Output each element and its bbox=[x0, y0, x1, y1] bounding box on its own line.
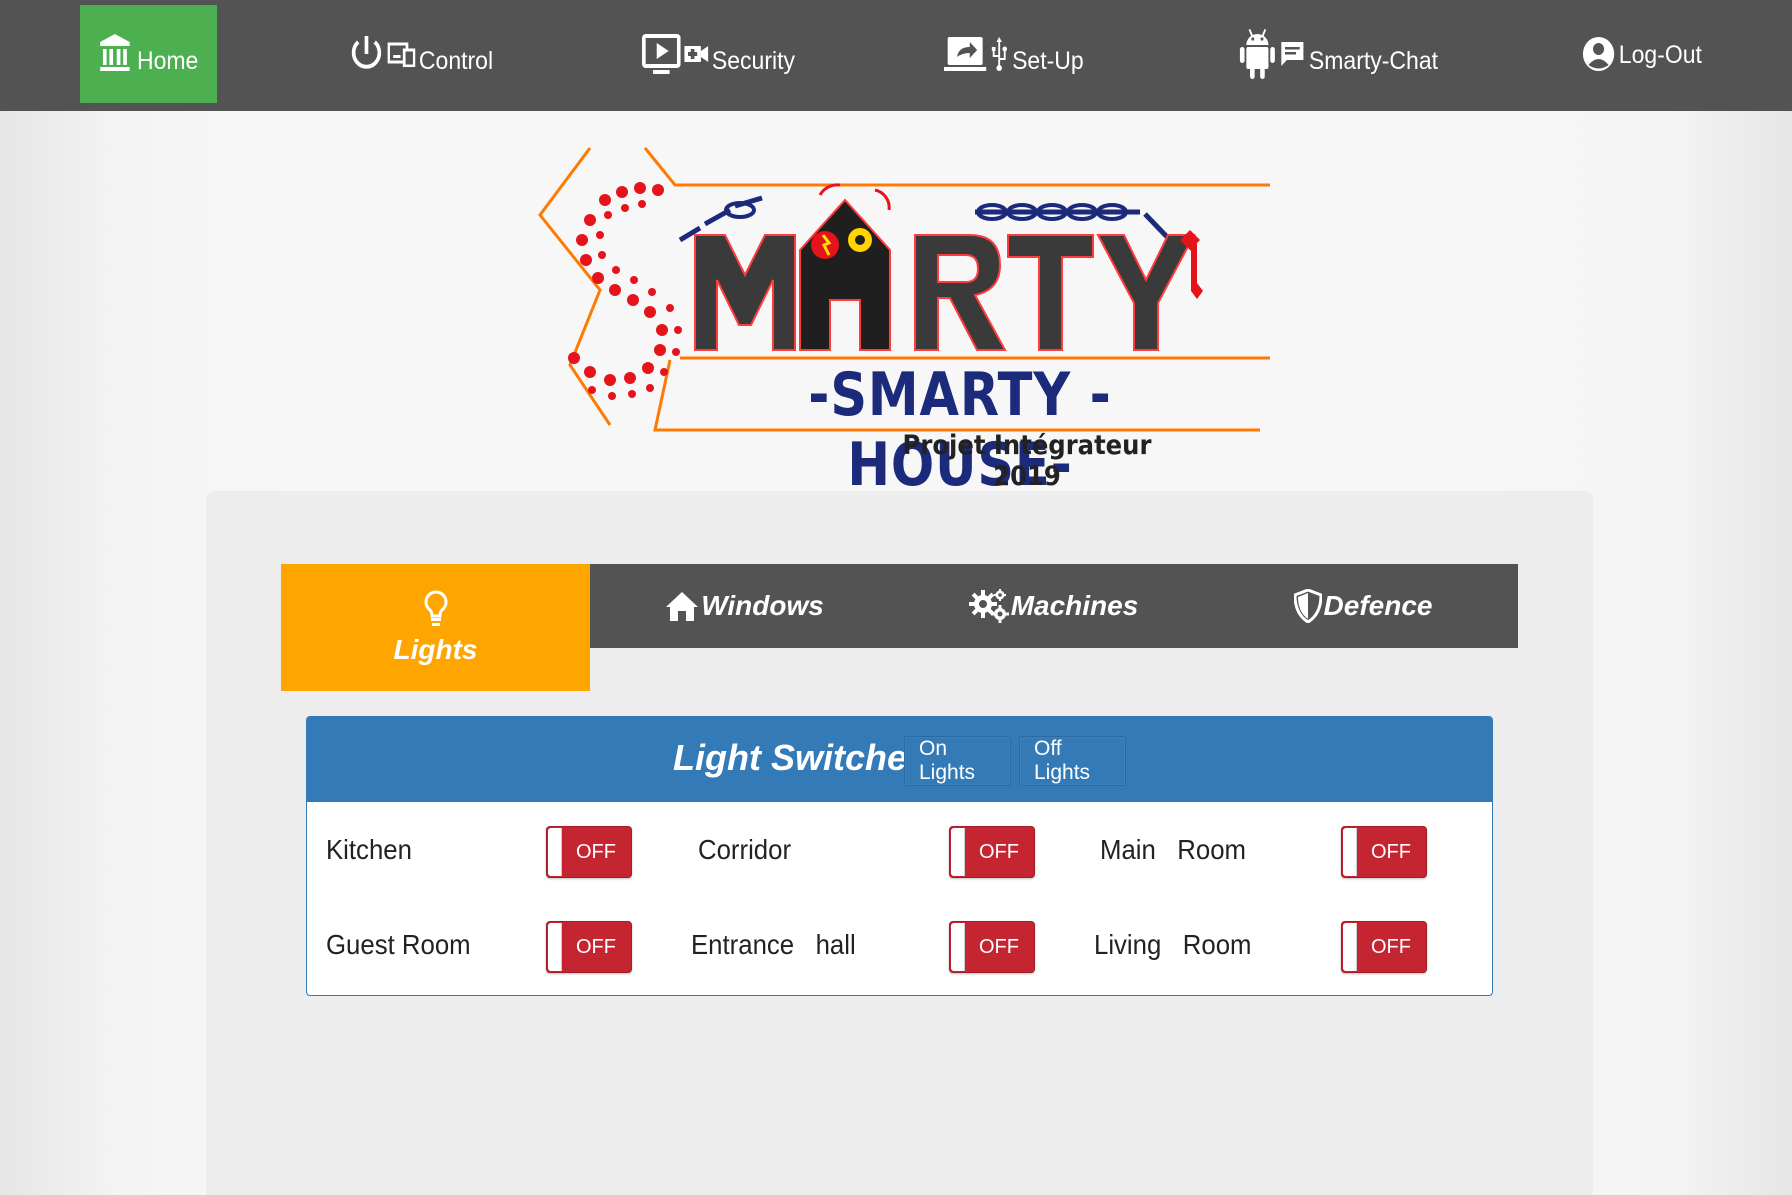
switch-label-guest-room: Guest Room bbox=[326, 929, 471, 960]
tab-defence-label: Defence bbox=[1323, 590, 1433, 621]
toggle-knob bbox=[548, 828, 562, 876]
toggle-knob bbox=[951, 923, 965, 971]
toggle-knob bbox=[548, 923, 562, 971]
lightbulb-icon bbox=[424, 589, 447, 626]
toggle-entrance-hall[interactable]: OFF bbox=[949, 921, 1035, 973]
switch-label-kitchen: Kitchen bbox=[326, 834, 412, 865]
camera-add-icon bbox=[684, 46, 709, 62]
nav-logout[interactable]: Log-Out bbox=[1582, 5, 1702, 103]
bank-icon bbox=[100, 34, 130, 71]
android-icon bbox=[1239, 28, 1275, 79]
panel-header: Light Switches On Lights Off Lights bbox=[307, 717, 1492, 802]
off-lights-button[interactable]: Off Lights bbox=[1019, 736, 1126, 786]
tab-windows[interactable]: Windows bbox=[590, 564, 899, 648]
nav-smarty-chat[interactable]: Smarty-Chat bbox=[1239, 5, 1438, 103]
switch-label-corridor: Corridor bbox=[698, 834, 792, 865]
nav-setup[interactable]: Set-Up bbox=[944, 5, 1084, 103]
toggle-state: OFF bbox=[1371, 935, 1411, 958]
chat-bubble-icon bbox=[1281, 42, 1304, 66]
nav-setup-label: Set-Up bbox=[1012, 46, 1084, 75]
toggle-corridor[interactable]: OFF bbox=[949, 826, 1035, 878]
panel-title: Light Switches bbox=[673, 737, 928, 778]
toggle-state: OFF bbox=[576, 935, 616, 958]
switch-label-living-room: Living Room bbox=[1094, 929, 1252, 960]
nav-home[interactable]: Home bbox=[80, 5, 217, 103]
nav-security-label: Security bbox=[711, 46, 796, 75]
tab-defence[interactable]: Defence bbox=[1208, 564, 1518, 648]
tab-machines-label: Machines bbox=[1010, 590, 1139, 621]
play-screen-icon bbox=[642, 34, 681, 74]
toggle-knob bbox=[951, 828, 965, 876]
nav-security[interactable]: Security bbox=[642, 5, 795, 103]
tab-lights[interactable]: Lights bbox=[281, 564, 590, 691]
tab-machines[interactable]: Machines bbox=[899, 564, 1208, 648]
nav-smarty-chat-label: Smarty-Chat bbox=[1308, 46, 1439, 75]
toggle-main-room[interactable]: OFF bbox=[1341, 826, 1427, 878]
switch-label-entrance-hall: Entrance hall bbox=[691, 929, 856, 960]
nav-control[interactable]: Control bbox=[349, 5, 493, 103]
toggle-state: OFF bbox=[1371, 840, 1411, 863]
home-icon bbox=[666, 592, 699, 621]
nav-control-label: Control bbox=[418, 46, 494, 75]
on-lights-button[interactable]: On Lights bbox=[904, 736, 1011, 786]
user-circle-icon bbox=[1582, 37, 1615, 71]
toggle-knob bbox=[1343, 923, 1357, 971]
top-navbar: Home Control Security Set-Up Smarty-Chat… bbox=[0, 0, 1792, 111]
toggle-knob bbox=[1343, 828, 1357, 876]
toggle-state: OFF bbox=[979, 840, 1019, 863]
toggle-state: OFF bbox=[576, 840, 616, 863]
usb-icon bbox=[991, 37, 1008, 71]
toggle-state: OFF bbox=[979, 935, 1019, 958]
logo-subtitle: Projet Intégrateur 2019 bbox=[902, 430, 1152, 492]
light-switches-panel: Light Switches On Lights Off Lights Kitc… bbox=[306, 716, 1493, 996]
switch-label-main-room: Main Room bbox=[1100, 834, 1247, 865]
smarty-house-logo: -SMARTY - HOUSE- Projet Intégrateur 2019 bbox=[530, 140, 1275, 500]
tab-lights-label: Lights bbox=[393, 633, 478, 665]
gears-icon bbox=[968, 589, 1009, 623]
toggle-guest-room[interactable]: OFF bbox=[546, 921, 632, 973]
power-icon bbox=[351, 36, 382, 69]
devices-icon bbox=[387, 42, 416, 67]
nav-home-label: Home bbox=[137, 46, 199, 75]
toggle-living-room[interactable]: OFF bbox=[1341, 921, 1427, 973]
tab-windows-label: Windows bbox=[701, 590, 824, 621]
nav-logout-label: Log-Out bbox=[1618, 40, 1702, 69]
shield-icon bbox=[1293, 589, 1322, 623]
laptop-share-icon bbox=[944, 37, 987, 71]
toggle-kitchen[interactable]: OFF bbox=[546, 826, 632, 878]
